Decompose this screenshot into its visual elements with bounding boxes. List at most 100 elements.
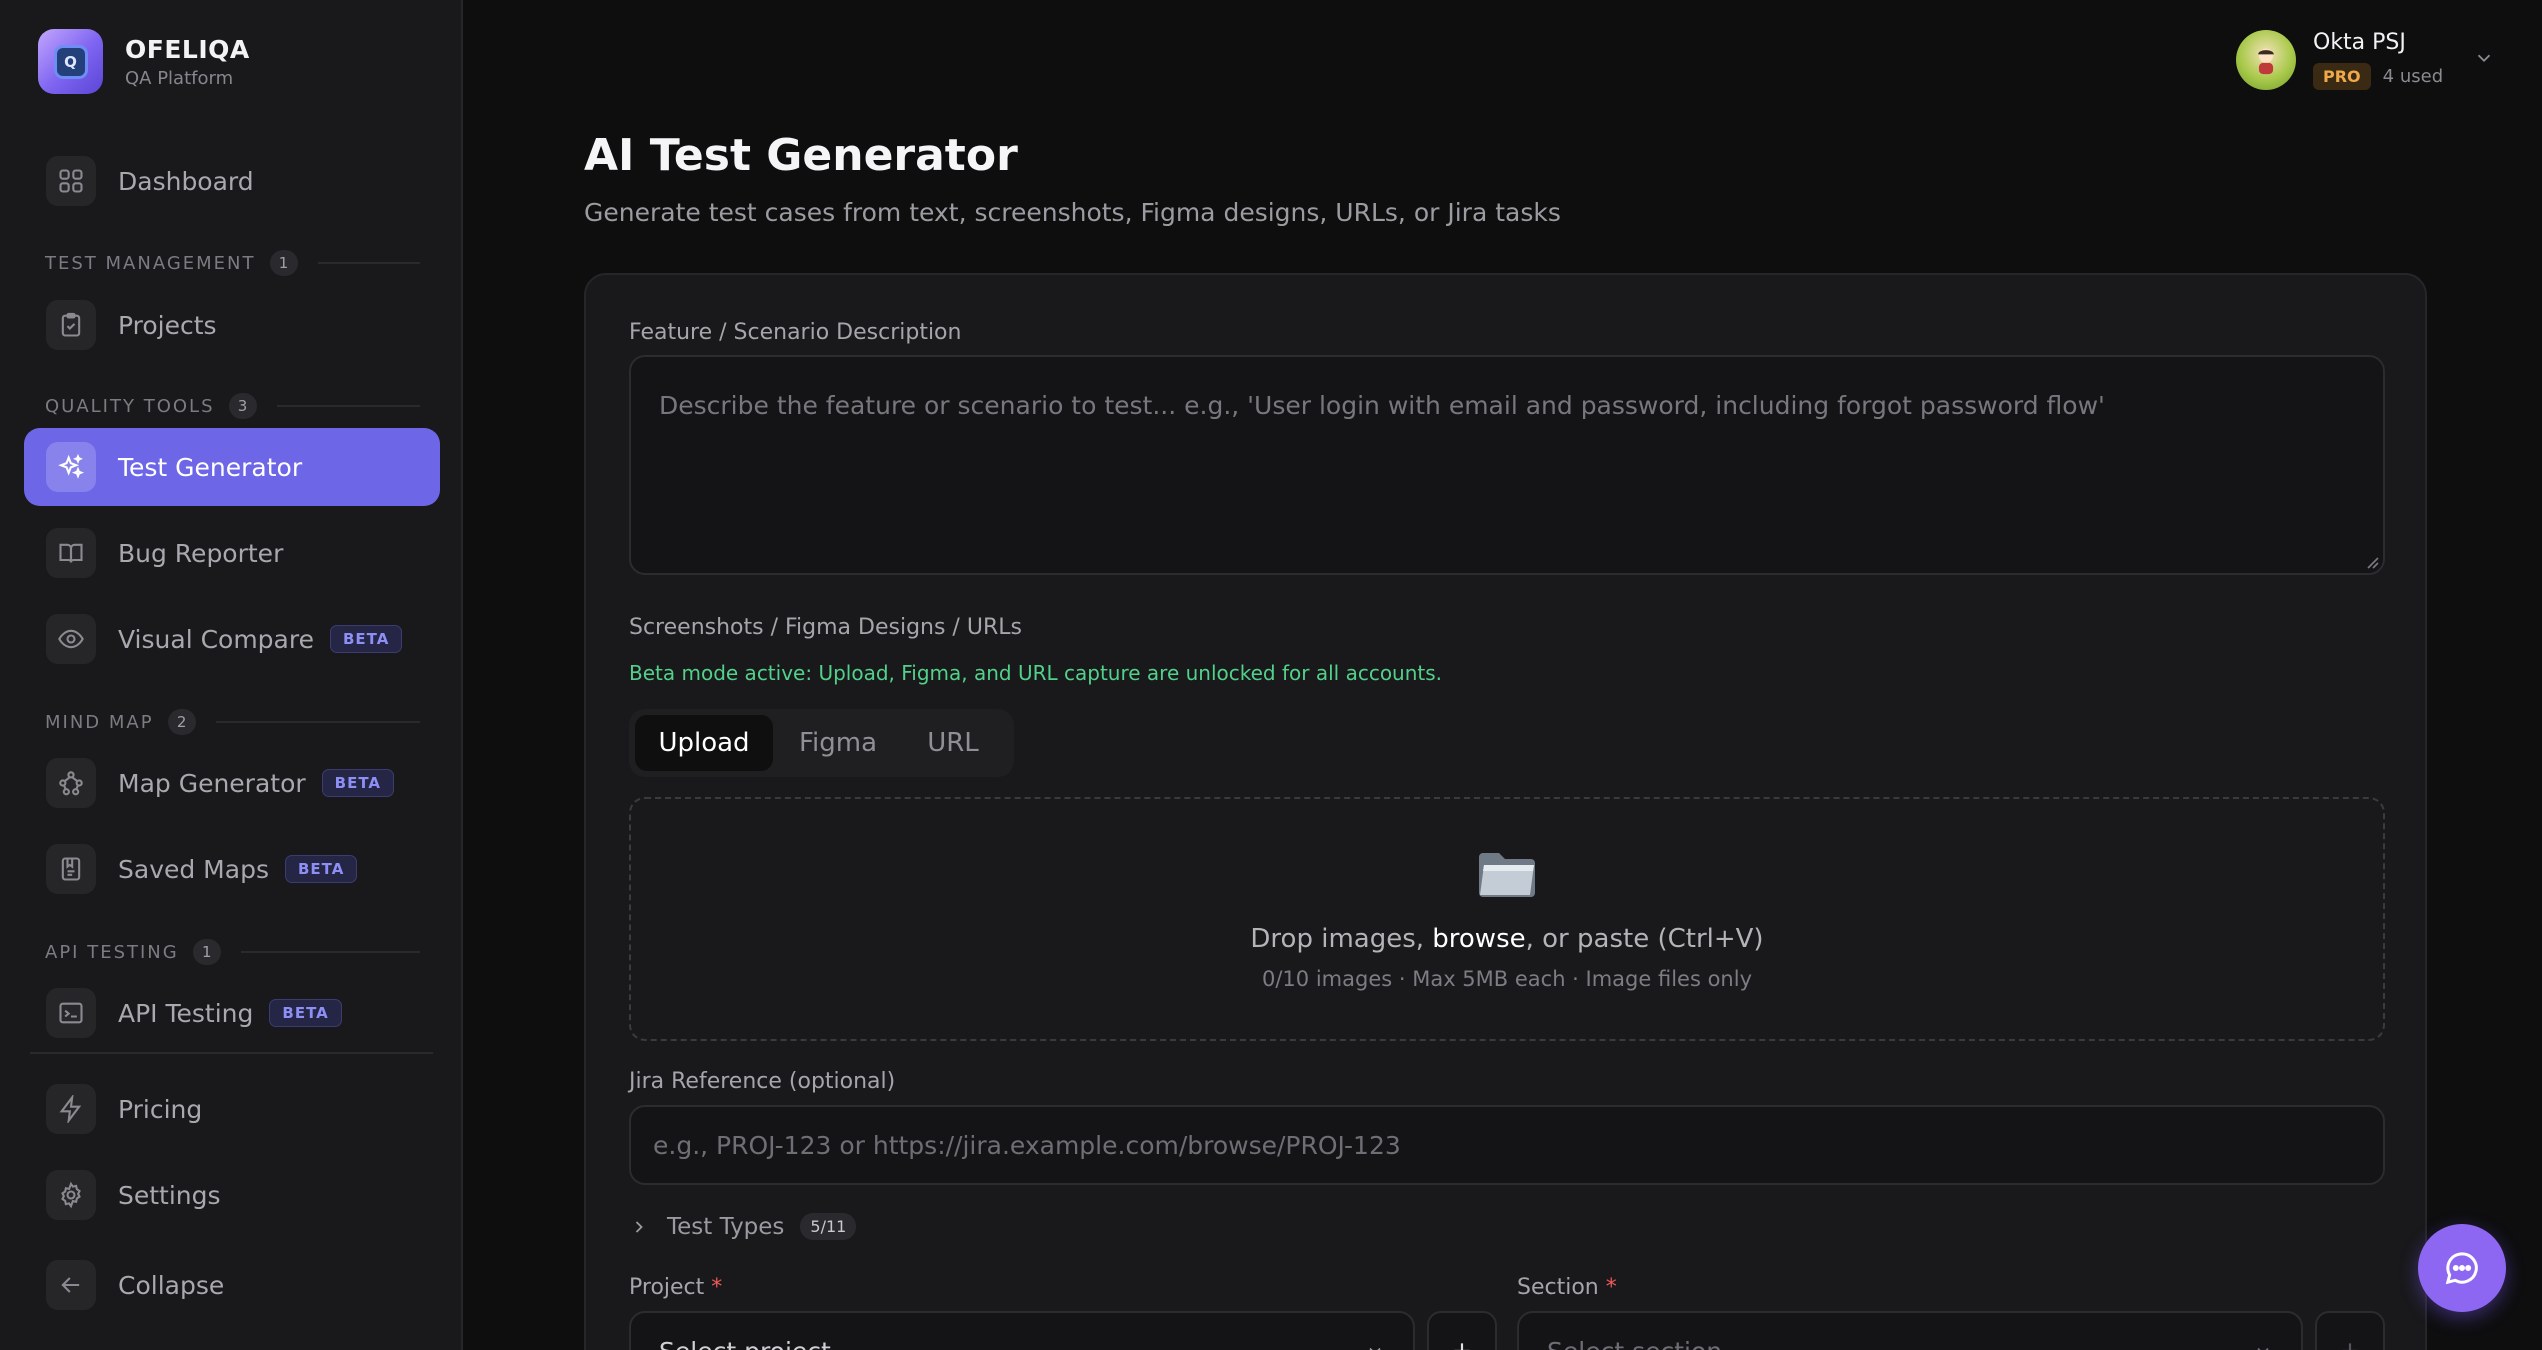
user-menu[interactable]: Okta PSJ PRO 4 used — [2236, 30, 2495, 90]
brand-subtitle: QA Platform — [125, 67, 234, 89]
sidebar-item-visual-compare[interactable]: Visual Compare BETA — [24, 600, 440, 678]
brand-name: OFELIQA — [125, 34, 250, 64]
test-types-toggle[interactable]: Test Types 5/11 — [629, 1213, 857, 1240]
logo-letter: Q — [53, 44, 88, 79]
sidebar-item-pricing[interactable]: Pricing — [24, 1070, 440, 1148]
required-mark: * — [1605, 1275, 1617, 1300]
gear-icon — [46, 1170, 96, 1220]
section-title: MIND MAP — [45, 711, 154, 733]
book-open-icon — [46, 528, 96, 578]
eye-icon — [46, 614, 96, 664]
chevron-down-icon — [1369, 1347, 1381, 1350]
jira-reference-input[interactable]: e.g., PROJ-123 or https://jira.example.c… — [629, 1105, 2385, 1185]
dropzone-text-before: Drop images, — [1250, 924, 1433, 954]
test-types-label: Test Types — [667, 1213, 785, 1240]
project-select[interactable]: Select project — [629, 1311, 1415, 1350]
chevron-right-icon — [635, 1220, 643, 1233]
project-placeholder: Select project — [659, 1337, 831, 1350]
media-source-tabs: Upload Figma URL — [629, 709, 1014, 777]
section-label: Section * — [1517, 1275, 1617, 1300]
project-label-text: Project — [629, 1275, 705, 1300]
sidebar-item-label: Settings — [118, 1180, 221, 1210]
sidebar-item-dashboard[interactable]: Dashboard — [24, 142, 440, 220]
avatar-figure-icon — [2258, 48, 2274, 75]
divider — [317, 262, 420, 264]
sidebar-item-projects[interactable]: Projects — [24, 286, 440, 364]
chat-support-button[interactable] — [2418, 1224, 2506, 1312]
sidebar: Q OFELIQA QA Platform Dashboard TEST MAN… — [0, 0, 463, 1350]
divider — [240, 951, 420, 953]
add-section-button[interactable] — [2315, 1311, 2385, 1350]
terminal-icon — [46, 988, 96, 1038]
page-title: AI Test Generator — [584, 130, 1018, 181]
sidebar-item-bug-reporter[interactable]: Bug Reporter — [24, 514, 440, 592]
folder-icon — [1479, 853, 1535, 897]
section-select[interactable]: Select section — [1517, 1311, 2303, 1350]
section-mind-map: MIND MAP 2 — [45, 708, 420, 736]
sidebar-item-settings[interactable]: Settings — [24, 1156, 440, 1234]
beta-mode-note: Beta mode active: Upload, Figma, and URL… — [629, 661, 1443, 685]
add-project-button[interactable] — [1427, 1311, 1497, 1350]
sidebar-item-label: Visual Compare — [118, 624, 314, 654]
description-textarea[interactable]: Describe the feature or scenario to test… — [629, 355, 2385, 575]
brand-logo: Q — [38, 29, 103, 94]
user-name: Okta PSJ — [2313, 30, 2406, 55]
dropzone-text-after: , or paste (Ctrl+V) — [1525, 924, 1764, 954]
divider — [276, 405, 420, 407]
beta-badge: BETA — [284, 855, 358, 883]
required-mark: * — [711, 1275, 723, 1300]
section-title: TEST MANAGEMENT — [45, 252, 256, 274]
section-title: API TESTING — [45, 941, 179, 963]
chevron-down-icon — [2257, 1347, 2269, 1350]
section-label-text: Section — [1517, 1275, 1599, 1300]
tab-upload[interactable]: Upload — [635, 715, 773, 771]
sidebar-item-test-generator[interactable]: Test Generator — [24, 428, 440, 506]
section-api-testing: API TESTING 1 — [45, 938, 420, 966]
avatar — [2236, 30, 2296, 90]
sidebar-item-saved-maps[interactable]: Saved Maps BETA — [24, 830, 440, 908]
section-quality-tools: QUALITY TOOLS 3 — [45, 392, 420, 420]
resize-handle-icon[interactable] — [2363, 553, 2379, 569]
beta-badge: BETA — [329, 625, 403, 653]
page-subtitle: Generate test cases from text, screensho… — [584, 198, 1561, 227]
chevron-down-icon[interactable] — [2473, 47, 2495, 73]
tab-url[interactable]: URL — [903, 715, 1003, 771]
description-label: Feature / Scenario Description — [629, 320, 962, 345]
test-types-count: 5/11 — [800, 1213, 857, 1240]
sidebar-item-label: Map Generator — [118, 768, 306, 798]
sidebar-item-collapse[interactable]: Collapse — [24, 1246, 440, 1324]
lightning-icon — [46, 1084, 96, 1134]
section-count: 1 — [192, 939, 221, 965]
usage-count: 4 used — [2382, 66, 2444, 87]
sidebar-item-label: Bug Reporter — [118, 538, 284, 568]
plus-icon — [2342, 1343, 2358, 1350]
tab-figma[interactable]: Figma — [773, 715, 903, 771]
sidebar-item-label: Projects — [118, 310, 217, 340]
description-placeholder: Describe the feature or scenario to test… — [659, 391, 2105, 420]
dropzone-hint: 0/10 images · Max 5MB each · Image files… — [1262, 967, 1752, 991]
section-placeholder: Select section — [1547, 1337, 1722, 1350]
sidebar-item-label: Dashboard — [118, 166, 254, 196]
plus-icon — [1454, 1343, 1470, 1350]
generator-form-card: Feature / Scenario Description Describe … — [584, 273, 2427, 1350]
browse-link[interactable]: browse — [1432, 924, 1525, 954]
sidebar-item-map-generator[interactable]: Map Generator BETA — [24, 744, 440, 822]
sidebar-item-label: Collapse — [118, 1270, 225, 1300]
media-label: Screenshots / Figma Designs / URLs — [629, 615, 1022, 640]
sidebar-item-label: API Testing — [118, 998, 254, 1028]
beta-badge: BETA — [321, 769, 395, 797]
sidebar-item-api-testing[interactable]: API Testing BETA — [24, 974, 440, 1052]
jira-placeholder: e.g., PROJ-123 or https://jira.example.c… — [653, 1130, 1401, 1160]
divider — [215, 721, 420, 723]
grid-icon — [46, 156, 96, 206]
brand[interactable]: Q OFELIQA QA Platform — [38, 29, 250, 94]
sparkles-icon — [46, 442, 96, 492]
sidebar-item-label: Saved Maps — [118, 854, 269, 884]
section-title: QUALITY TOOLS — [45, 395, 215, 417]
clipboard-check-icon — [46, 300, 96, 350]
beta-badge: BETA — [269, 999, 342, 1027]
image-dropzone[interactable]: Drop images, browse, or paste (Ctrl+V) 0… — [629, 797, 2385, 1041]
section-test-management: TEST MANAGEMENT 1 — [45, 249, 420, 277]
section-count: 3 — [228, 393, 257, 419]
dropzone-instructions: Drop images, browse, or paste (Ctrl+V) — [631, 924, 2383, 954]
